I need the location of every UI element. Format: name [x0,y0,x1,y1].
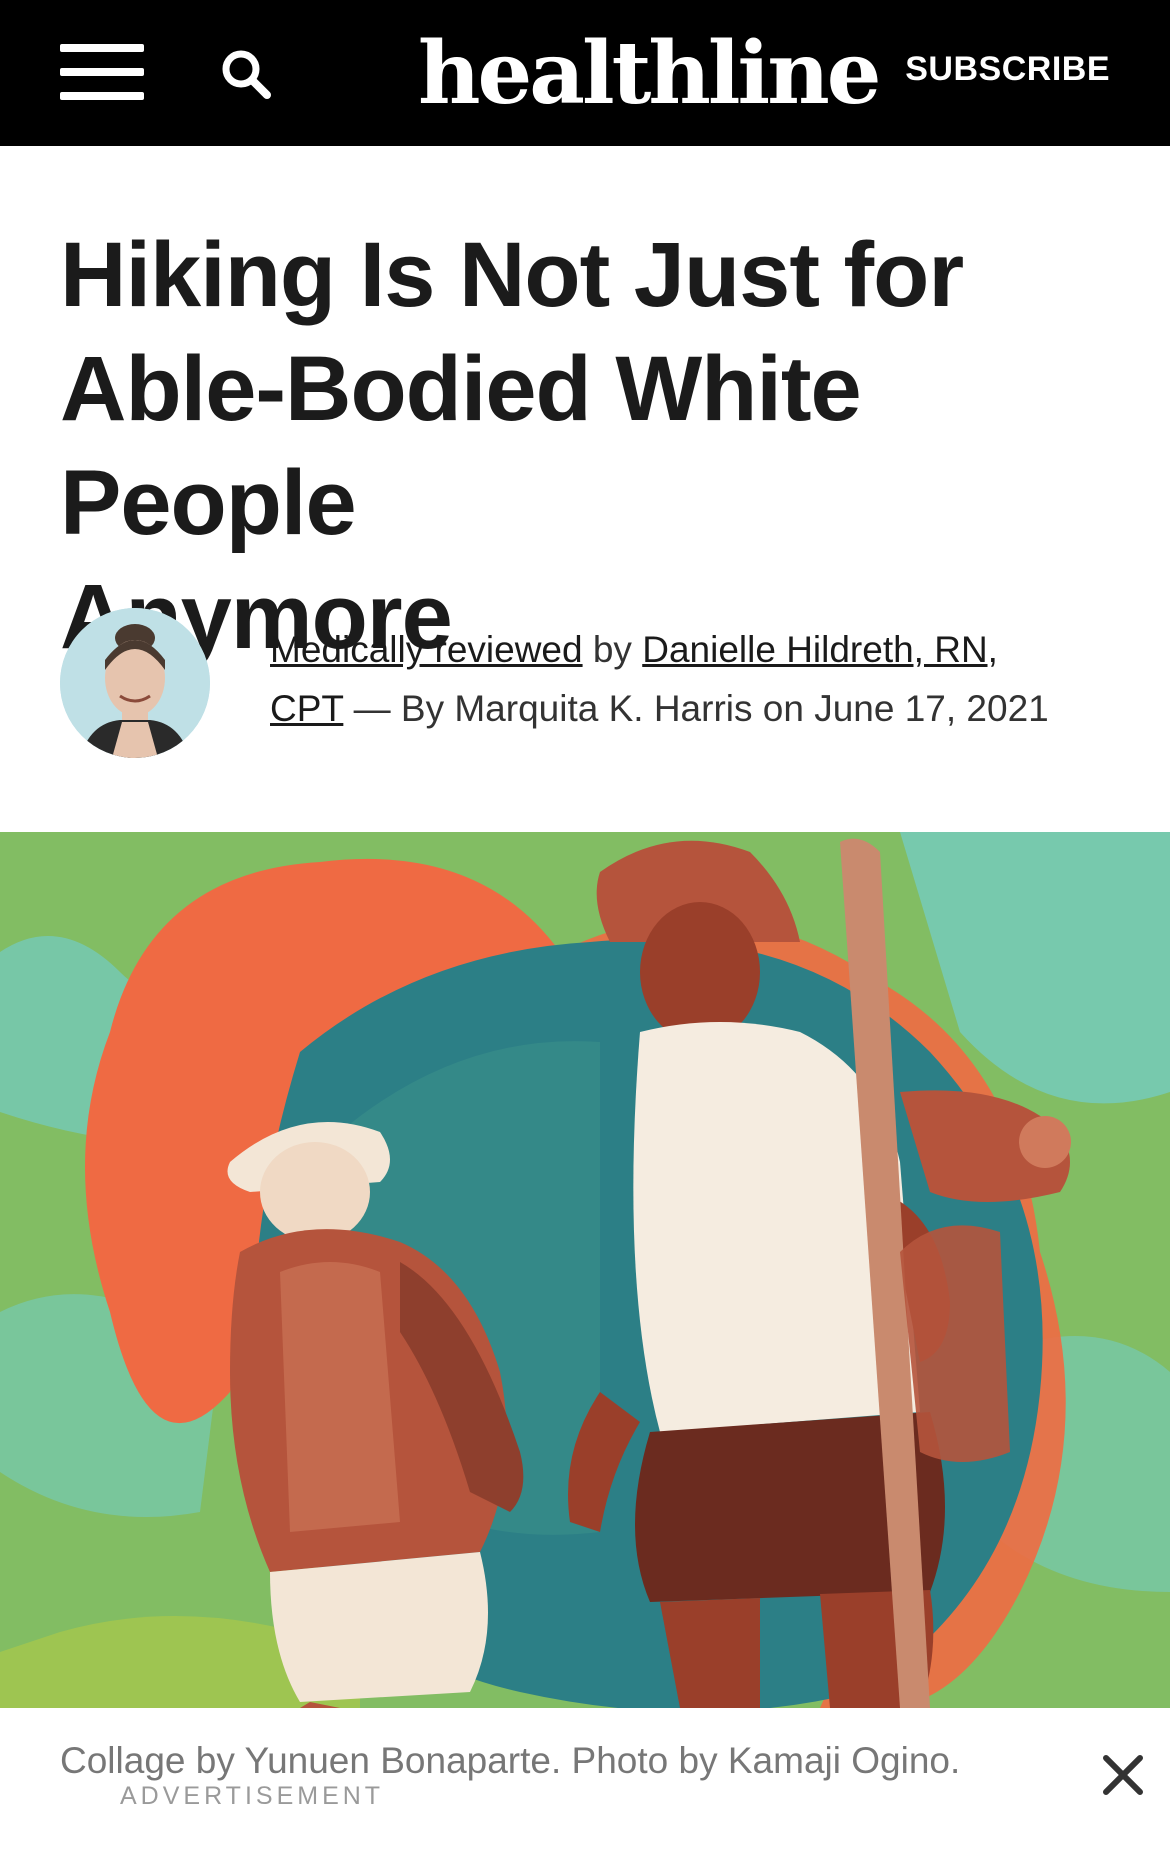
article-byline: Medically reviewed by Danielle Hildreth,… [270,620,1130,738]
subscribe-button[interactable]: SUBSCRIBE [905,50,1110,89]
advertisement-label: ADVERTISEMENT [120,1782,385,1810]
byline-by-text: by [582,629,643,670]
reviewer-credential-link[interactable]: CPT [270,688,343,729]
author-date-text: — By Marquita K. Harris on June 17, 2021 [343,688,1049,729]
site-logo[interactable]: healthline [418,24,881,124]
medically-reviewed-link[interactable]: Medically reviewed [270,629,583,670]
reviewer-name-link[interactable]: Danielle Hildreth, RN, [642,629,998,670]
search-icon[interactable] [220,48,272,100]
image-caption: Collage by Yunuen Bonaparte. Photo by Ka… [60,1740,961,1781]
title-line-2: Able-Bodied White People [60,338,862,554]
close-icon[interactable] [1100,1752,1146,1798]
reviewer-avatar[interactable] [60,608,210,758]
hamburger-menu-icon[interactable] [60,44,144,100]
hero-image [0,832,1170,1708]
title-line-1: Hiking Is Not Just for [60,224,964,326]
article-title: Hiking Is Not Just for Able-Bodied White… [60,218,1120,674]
top-navigation-bar: healthline SUBSCRIBE [0,0,1170,146]
